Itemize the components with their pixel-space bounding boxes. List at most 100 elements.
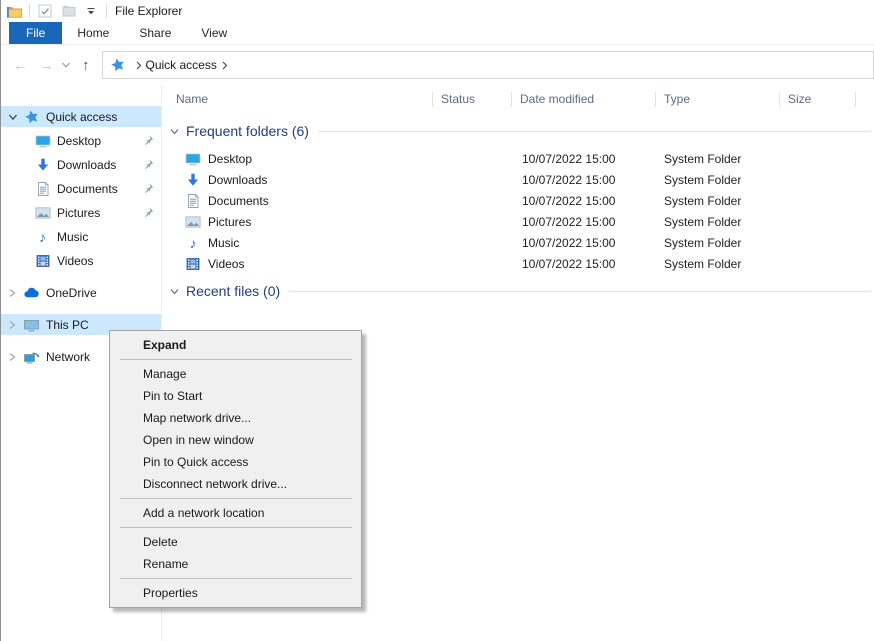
context-menu-item-expand[interactable]: Expand: [110, 334, 361, 356]
column-header-label: Name: [176, 92, 208, 106]
sidebar-item-documents[interactable]: Documents: [1, 178, 161, 199]
music-icon: ♪: [185, 235, 201, 251]
sidebar-item-quick-access[interactable]: Quick access: [1, 106, 161, 127]
group-header-rule: [289, 291, 871, 292]
expand-chevron-icon[interactable]: [7, 112, 23, 122]
titlebar-separator: [29, 4, 30, 18]
desktop-icon: [34, 133, 51, 149]
expand-chevron-icon[interactable]: [7, 351, 23, 363]
expand-chevron-icon[interactable]: [7, 287, 23, 299]
context-menu-item-label: Properties: [143, 586, 198, 600]
qat-new-folder-icon[interactable]: [60, 2, 78, 20]
quick-access-star-icon: [23, 109, 40, 125]
breadcrumb-chevron-icon[interactable]: [220, 60, 229, 71]
pin-icon: [140, 182, 156, 195]
column-header-date-modified[interactable]: Date modified: [512, 85, 656, 113]
recent-locations-chevron-icon[interactable]: [61, 61, 71, 69]
quick-access-star-icon: [110, 57, 126, 73]
context-menu-item-disconnect-network-drive[interactable]: Disconnect network drive...: [110, 473, 361, 495]
file-type: System Folder: [656, 173, 780, 187]
sidebar-item-label: Desktop: [57, 134, 140, 148]
sidebar-item-desktop[interactable]: Desktop: [1, 130, 161, 151]
breadcrumb-item[interactable]: Quick access: [146, 58, 217, 72]
qat-properties-icon[interactable]: [36, 2, 54, 20]
group-header-label: Frequent folders (6): [186, 123, 309, 139]
context-menu: Expand Manage Pin to Start Map network driv…: [109, 330, 362, 608]
context-menu-item-delete[interactable]: Delete: [110, 531, 361, 553]
desktop-icon: [185, 151, 201, 167]
file-type: System Folder: [656, 257, 780, 271]
up-icon[interactable]: ↑: [82, 58, 90, 73]
ribbon-tab-file[interactable]: File: [9, 22, 62, 44]
sidebar-item-music[interactable]: ♪ Music: [1, 226, 161, 247]
file-date-modified: 10/07/2022 15:00: [512, 257, 656, 271]
address-bar[interactable]: Quick access: [102, 51, 874, 79]
ribbon-tab-home[interactable]: Home: [62, 22, 124, 44]
file-date-modified: 10/07/2022 15:00: [512, 152, 656, 166]
column-header-label: Date modified: [520, 92, 594, 106]
file-date-modified: 10/07/2022 15:00: [512, 173, 656, 187]
sidebar-item-pictures[interactable]: Pictures: [1, 202, 161, 223]
context-menu-item-map-network-drive[interactable]: Map network drive...: [110, 407, 361, 429]
column-header-size[interactable]: Size: [780, 85, 856, 113]
group-header-recent-files[interactable]: Recent files (0): [162, 280, 874, 302]
file-row-downloads[interactable]: Downloads 10/07/2022 15:00 System Folder: [162, 169, 874, 190]
sidebar-item-label: Videos: [57, 254, 140, 268]
pictures-icon: [34, 205, 51, 221]
sidebar-item-label: Downloads: [57, 158, 140, 172]
context-menu-item-properties[interactable]: Properties: [110, 582, 361, 604]
context-menu-separator: [120, 578, 352, 579]
column-header-status[interactable]: Status: [433, 85, 512, 113]
file-explorer-window: File Explorer FileHomeShare View ← → ↑ Qu…: [0, 0, 874, 641]
this-pc-icon: [23, 317, 40, 333]
column-header-type[interactable]: Type: [656, 85, 780, 113]
sidebar-item-label: Pictures: [57, 206, 140, 220]
title-bar: File Explorer: [1, 0, 874, 22]
file-row-desktop[interactable]: Desktop 10/07/2022 15:00 System Folder: [162, 148, 874, 169]
context-menu-separator: [120, 359, 352, 360]
sidebar-item-downloads[interactable]: Downloads: [1, 154, 161, 175]
context-menu-item-pin-to-start[interactable]: Pin to Start: [110, 385, 361, 407]
context-menu-item-pin-to-quick-access[interactable]: Pin to Quick access: [110, 451, 361, 473]
file-type: System Folder: [656, 152, 780, 166]
sidebar-item-label: Music: [57, 230, 140, 244]
sidebar-item-label: Documents: [57, 182, 140, 196]
context-menu-item-rename[interactable]: Rename: [110, 553, 361, 575]
pin-icon: [140, 134, 156, 147]
file-name: Videos: [208, 257, 244, 271]
collapse-chevron-icon[interactable]: [169, 287, 180, 296]
sidebar-item-videos[interactable]: Videos: [1, 250, 161, 271]
context-menu-item-label: Pin to Start: [143, 389, 202, 403]
back-icon[interactable]: ←: [13, 58, 28, 73]
forward-icon[interactable]: →: [39, 58, 54, 73]
file-row-pictures[interactable]: Pictures 10/07/2022 15:00 System Folder: [162, 211, 874, 232]
sidebar-item-label: Quick access: [46, 110, 140, 124]
file-type: System Folder: [656, 194, 780, 208]
ribbon-tab-label: View: [201, 26, 227, 40]
breadcrumb-chevron-icon[interactable]: [134, 60, 143, 71]
ribbon-tab-share[interactable]: Share: [124, 22, 186, 44]
file-type: System Folder: [656, 236, 780, 250]
context-menu-item-label: Map network drive...: [143, 411, 251, 425]
file-row-music[interactable]: ♪Music 10/07/2022 15:00 System Folder: [162, 232, 874, 253]
file-row-documents[interactable]: Documents 10/07/2022 15:00 System Folder: [162, 190, 874, 211]
file-rows: Desktop 10/07/2022 15:00 System Folder D…: [162, 148, 874, 274]
titlebar-separator: [106, 4, 107, 18]
column-header-label: Size: [788, 92, 811, 106]
qat-dropdown-icon[interactable]: [82, 2, 100, 20]
sidebar-item-onedrive[interactable]: OneDrive: [1, 282, 161, 303]
collapse-chevron-icon[interactable]: [169, 127, 180, 136]
expand-chevron-icon[interactable]: [7, 319, 23, 331]
context-menu-item-open-in-new-window[interactable]: Open in new window: [110, 429, 361, 451]
file-row-videos[interactable]: Videos 10/07/2022 15:00 System Folder: [162, 253, 874, 274]
group-header-frequent-folders[interactable]: Frequent folders (6): [162, 120, 874, 142]
context-menu-item-manage[interactable]: Manage: [110, 363, 361, 385]
context-menu-item-add-a-network-location[interactable]: Add a network location: [110, 502, 361, 524]
file-name: Music: [208, 236, 239, 250]
column-header-row: Name Status Date modified Type Size: [162, 85, 874, 113]
column-header-name[interactable]: Name: [162, 85, 433, 113]
file-explorer-logo-icon: [5, 2, 23, 20]
context-menu-separator: [120, 527, 352, 528]
ribbon-tab-view[interactable]: View: [186, 22, 242, 44]
window-title: File Explorer: [115, 4, 182, 18]
